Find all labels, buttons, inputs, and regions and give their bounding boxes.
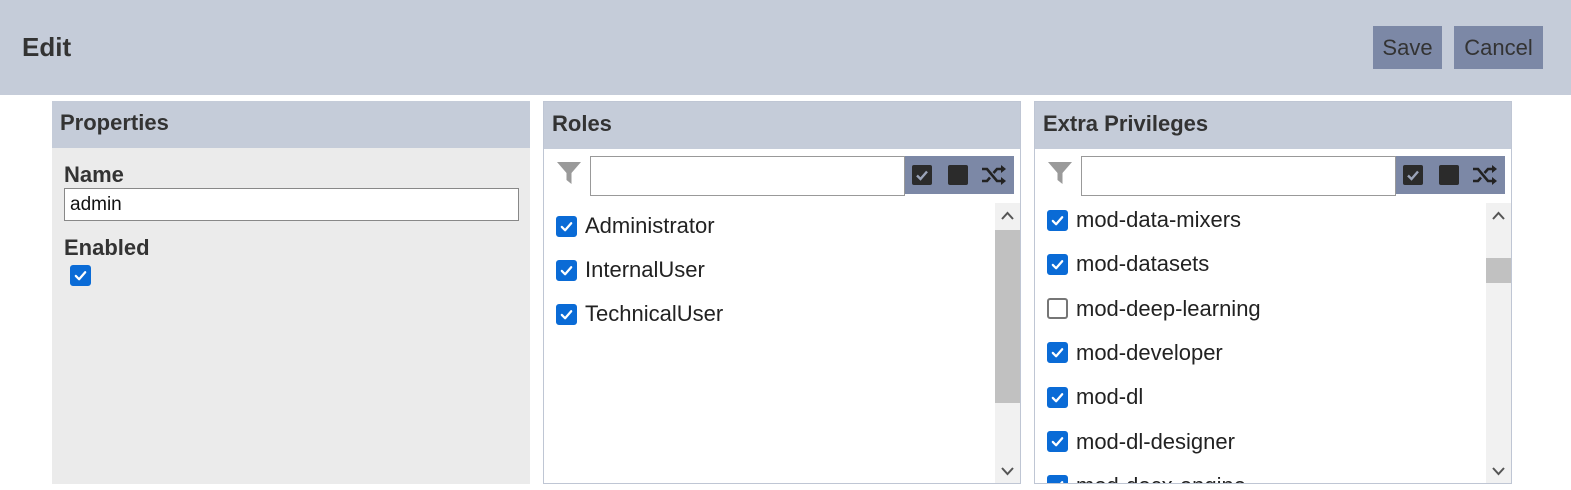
privileges-panel: Extra Privileges mod-data-mixers mod-data… (1034, 101, 1512, 484)
privileges-list: mod-data-mixers mod-datasets mod-deep-lear… (1035, 203, 1485, 483)
check-icon (74, 271, 87, 281)
check-icon (1051, 259, 1064, 270)
roles-filter-row (544, 149, 1020, 196)
list-item[interactable]: TechnicalUser (556, 299, 723, 329)
privileges-uncheck-all-button[interactable] (1432, 156, 1466, 194)
uncheck-all-icon (948, 165, 968, 185)
list-item[interactable]: mod-deep-learning (1047, 294, 1261, 324)
list-item[interactable]: mod-developer (1047, 338, 1223, 368)
uncheck-all-icon (1439, 165, 1459, 185)
privileges-invert-button[interactable] (1468, 156, 1502, 194)
roles-uncheck-all-button[interactable] (941, 156, 975, 194)
roles-invert-button[interactable] (977, 156, 1011, 194)
item-checkbox[interactable] (556, 303, 577, 325)
shuffle-icon (982, 165, 1006, 185)
item-label: InternalUser (585, 257, 705, 282)
top-bar: Edit Save Cancel (0, 0, 1571, 95)
list-item[interactable]: Administrator (556, 211, 715, 241)
check-icon (1051, 437, 1064, 447)
item-label: mod-datasets (1076, 251, 1210, 277)
check-icon (560, 221, 573, 231)
filter-icon (557, 162, 581, 184)
page-title: Edit (22, 32, 72, 62)
item-checkbox[interactable] (556, 259, 577, 281)
roles-panel: Roles Administrator InternalUser Technical… (543, 101, 1021, 484)
properties-title: Properties (52, 101, 530, 148)
list-item[interactable]: InternalUser (556, 255, 705, 285)
enabled-checkbox[interactable] (70, 265, 91, 286)
item-label: mod-dl-designer (1076, 428, 1235, 454)
check-icon (1051, 215, 1064, 225)
item-checkbox[interactable] (1047, 253, 1068, 275)
scroll-down-icon[interactable] (1491, 465, 1506, 477)
roles-scrollbar[interactable] (995, 203, 1020, 483)
list-item[interactable]: mod-dl-designer (1047, 427, 1235, 457)
roles-title: Roles (544, 102, 1020, 149)
list-item[interactable]: mod-data-mixers (1047, 205, 1241, 235)
item-checkbox[interactable] (1047, 298, 1068, 320)
item-checkbox[interactable] (1047, 342, 1068, 364)
item-checkbox[interactable] (1047, 431, 1068, 452)
roles-toolbar (905, 156, 1014, 194)
name-field[interactable] (64, 188, 519, 221)
scroll-down-icon[interactable] (1000, 465, 1015, 477)
enabled-label: Enabled (64, 235, 150, 260)
filter-icon (1048, 162, 1072, 184)
item-label: mod-developer (1076, 339, 1223, 365)
properties-body: Name Enabled (52, 148, 530, 484)
privileges-check-all-button[interactable] (1396, 156, 1430, 194)
roles-list: Administrator InternalUser TechnicalUser (544, 203, 994, 483)
item-checkbox[interactable] (1047, 209, 1068, 231)
scroll-up-icon[interactable] (1491, 210, 1506, 222)
privileges-filter-input[interactable] (1081, 156, 1396, 196)
name-label: Name (64, 162, 124, 187)
check-all-icon (1403, 165, 1423, 185)
item-checkbox[interactable] (556, 215, 577, 237)
item-label: mod-data-mixers (1076, 207, 1242, 232)
check-all-icon (912, 165, 932, 185)
privileges-scrollbar-thumb[interactable] (1486, 258, 1511, 283)
item-label: mod-dl (1076, 384, 1144, 410)
roles-filter-input[interactable] (590, 156, 905, 196)
check-icon (1051, 348, 1064, 358)
properties-panel: Properties Name Enabled (52, 101, 530, 484)
item-label: TechnicalUser (585, 301, 724, 326)
item-label: mod-docx-engine (1076, 473, 1246, 483)
roles-scrollbar-thumb[interactable] (995, 230, 1020, 403)
list-item[interactable]: mod-docx-engine (1047, 471, 1246, 483)
cancel-button[interactable]: Cancel (1454, 26, 1543, 69)
roles-check-all-button[interactable] (905, 156, 939, 194)
privileges-filter-row (1035, 149, 1511, 196)
check-icon (560, 309, 573, 319)
item-label: mod-deep-learning (1076, 295, 1261, 321)
shuffle-icon (1473, 165, 1497, 185)
privileges-title: Extra Privileges (1035, 102, 1511, 149)
item-label: Administrator (585, 213, 715, 238)
privileges-scrollbar[interactable] (1486, 203, 1511, 483)
list-item[interactable]: mod-dl (1047, 382, 1143, 412)
scroll-up-icon[interactable] (1000, 210, 1015, 222)
item-checkbox[interactable] (1047, 386, 1068, 408)
item-checkbox[interactable] (1047, 475, 1068, 483)
check-icon (1060, 481, 1064, 483)
list-item[interactable]: mod-datasets (1047, 249, 1209, 279)
check-icon (560, 265, 573, 275)
save-button[interactable]: Save (1373, 26, 1442, 69)
privileges-toolbar (1396, 156, 1505, 194)
check-icon (1051, 392, 1064, 403)
